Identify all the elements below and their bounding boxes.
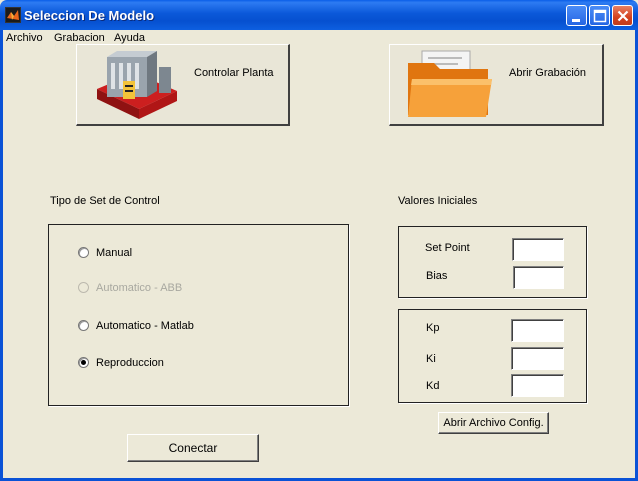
- menu-archivo[interactable]: Archivo: [6, 32, 43, 44]
- close-icon: [617, 10, 629, 22]
- abrir-grabacion-button[interactable]: Abrir Grabación: [389, 44, 604, 126]
- radio-manual-label: Manual: [96, 247, 133, 259]
- minimize-button[interactable]: [566, 5, 587, 26]
- ki-input[interactable]: [511, 347, 564, 370]
- controlar-planta-button[interactable]: Controlar Planta: [76, 44, 290, 126]
- control-type-group: [48, 224, 349, 406]
- maximize-button[interactable]: [589, 5, 610, 26]
- factory-icon: [97, 51, 177, 119]
- radio-automatico-abb-label: Automatico - ABB: [96, 282, 183, 294]
- bias-label: Bias: [426, 270, 448, 282]
- abrir-archivo-config-button[interactable]: Abrir Archivo Config.: [438, 412, 549, 434]
- radio-reproduccion-label: Reproduccion: [96, 357, 164, 369]
- radio-manual[interactable]: [78, 247, 89, 258]
- window-border-left: [0, 30, 3, 481]
- folder-icon: [408, 50, 492, 117]
- kp-label: Kp: [426, 322, 440, 334]
- bias-input[interactable]: [513, 266, 564, 289]
- kd-label: Kd: [426, 380, 440, 392]
- kp-input[interactable]: [511, 319, 564, 342]
- title-bar: Seleccion De Modelo: [0, 0, 638, 30]
- abrir-grabacion-label: Abrir Grabación: [509, 67, 587, 79]
- control-type-title: Tipo de Set de Control: [50, 195, 160, 207]
- setpoint-label: Set Point: [425, 242, 470, 254]
- initial-values-title: Valores Iniciales: [398, 195, 478, 207]
- menu-ayuda[interactable]: Ayuda: [114, 32, 145, 44]
- ki-label: Ki: [426, 353, 436, 365]
- minimize-icon: [572, 19, 580, 22]
- close-button[interactable]: [612, 5, 633, 26]
- radio-automatico-abb: [78, 282, 89, 293]
- kd-input[interactable]: [511, 374, 564, 397]
- conectar-button[interactable]: Conectar: [127, 434, 259, 462]
- menu-grabacion[interactable]: Grabacion: [54, 32, 105, 44]
- radio-reproduccion[interactable]: [78, 357, 89, 368]
- controlar-planta-label: Controlar Planta: [194, 67, 274, 79]
- maximize-icon: [593, 9, 607, 23]
- window-title: Seleccion De Modelo: [24, 8, 155, 23]
- setpoint-input[interactable]: [512, 238, 564, 261]
- matlab-icon: [5, 7, 21, 23]
- radio-automatico-matlab[interactable]: [78, 320, 89, 331]
- radio-automatico-matlab-label: Automatico - Matlab: [96, 320, 194, 332]
